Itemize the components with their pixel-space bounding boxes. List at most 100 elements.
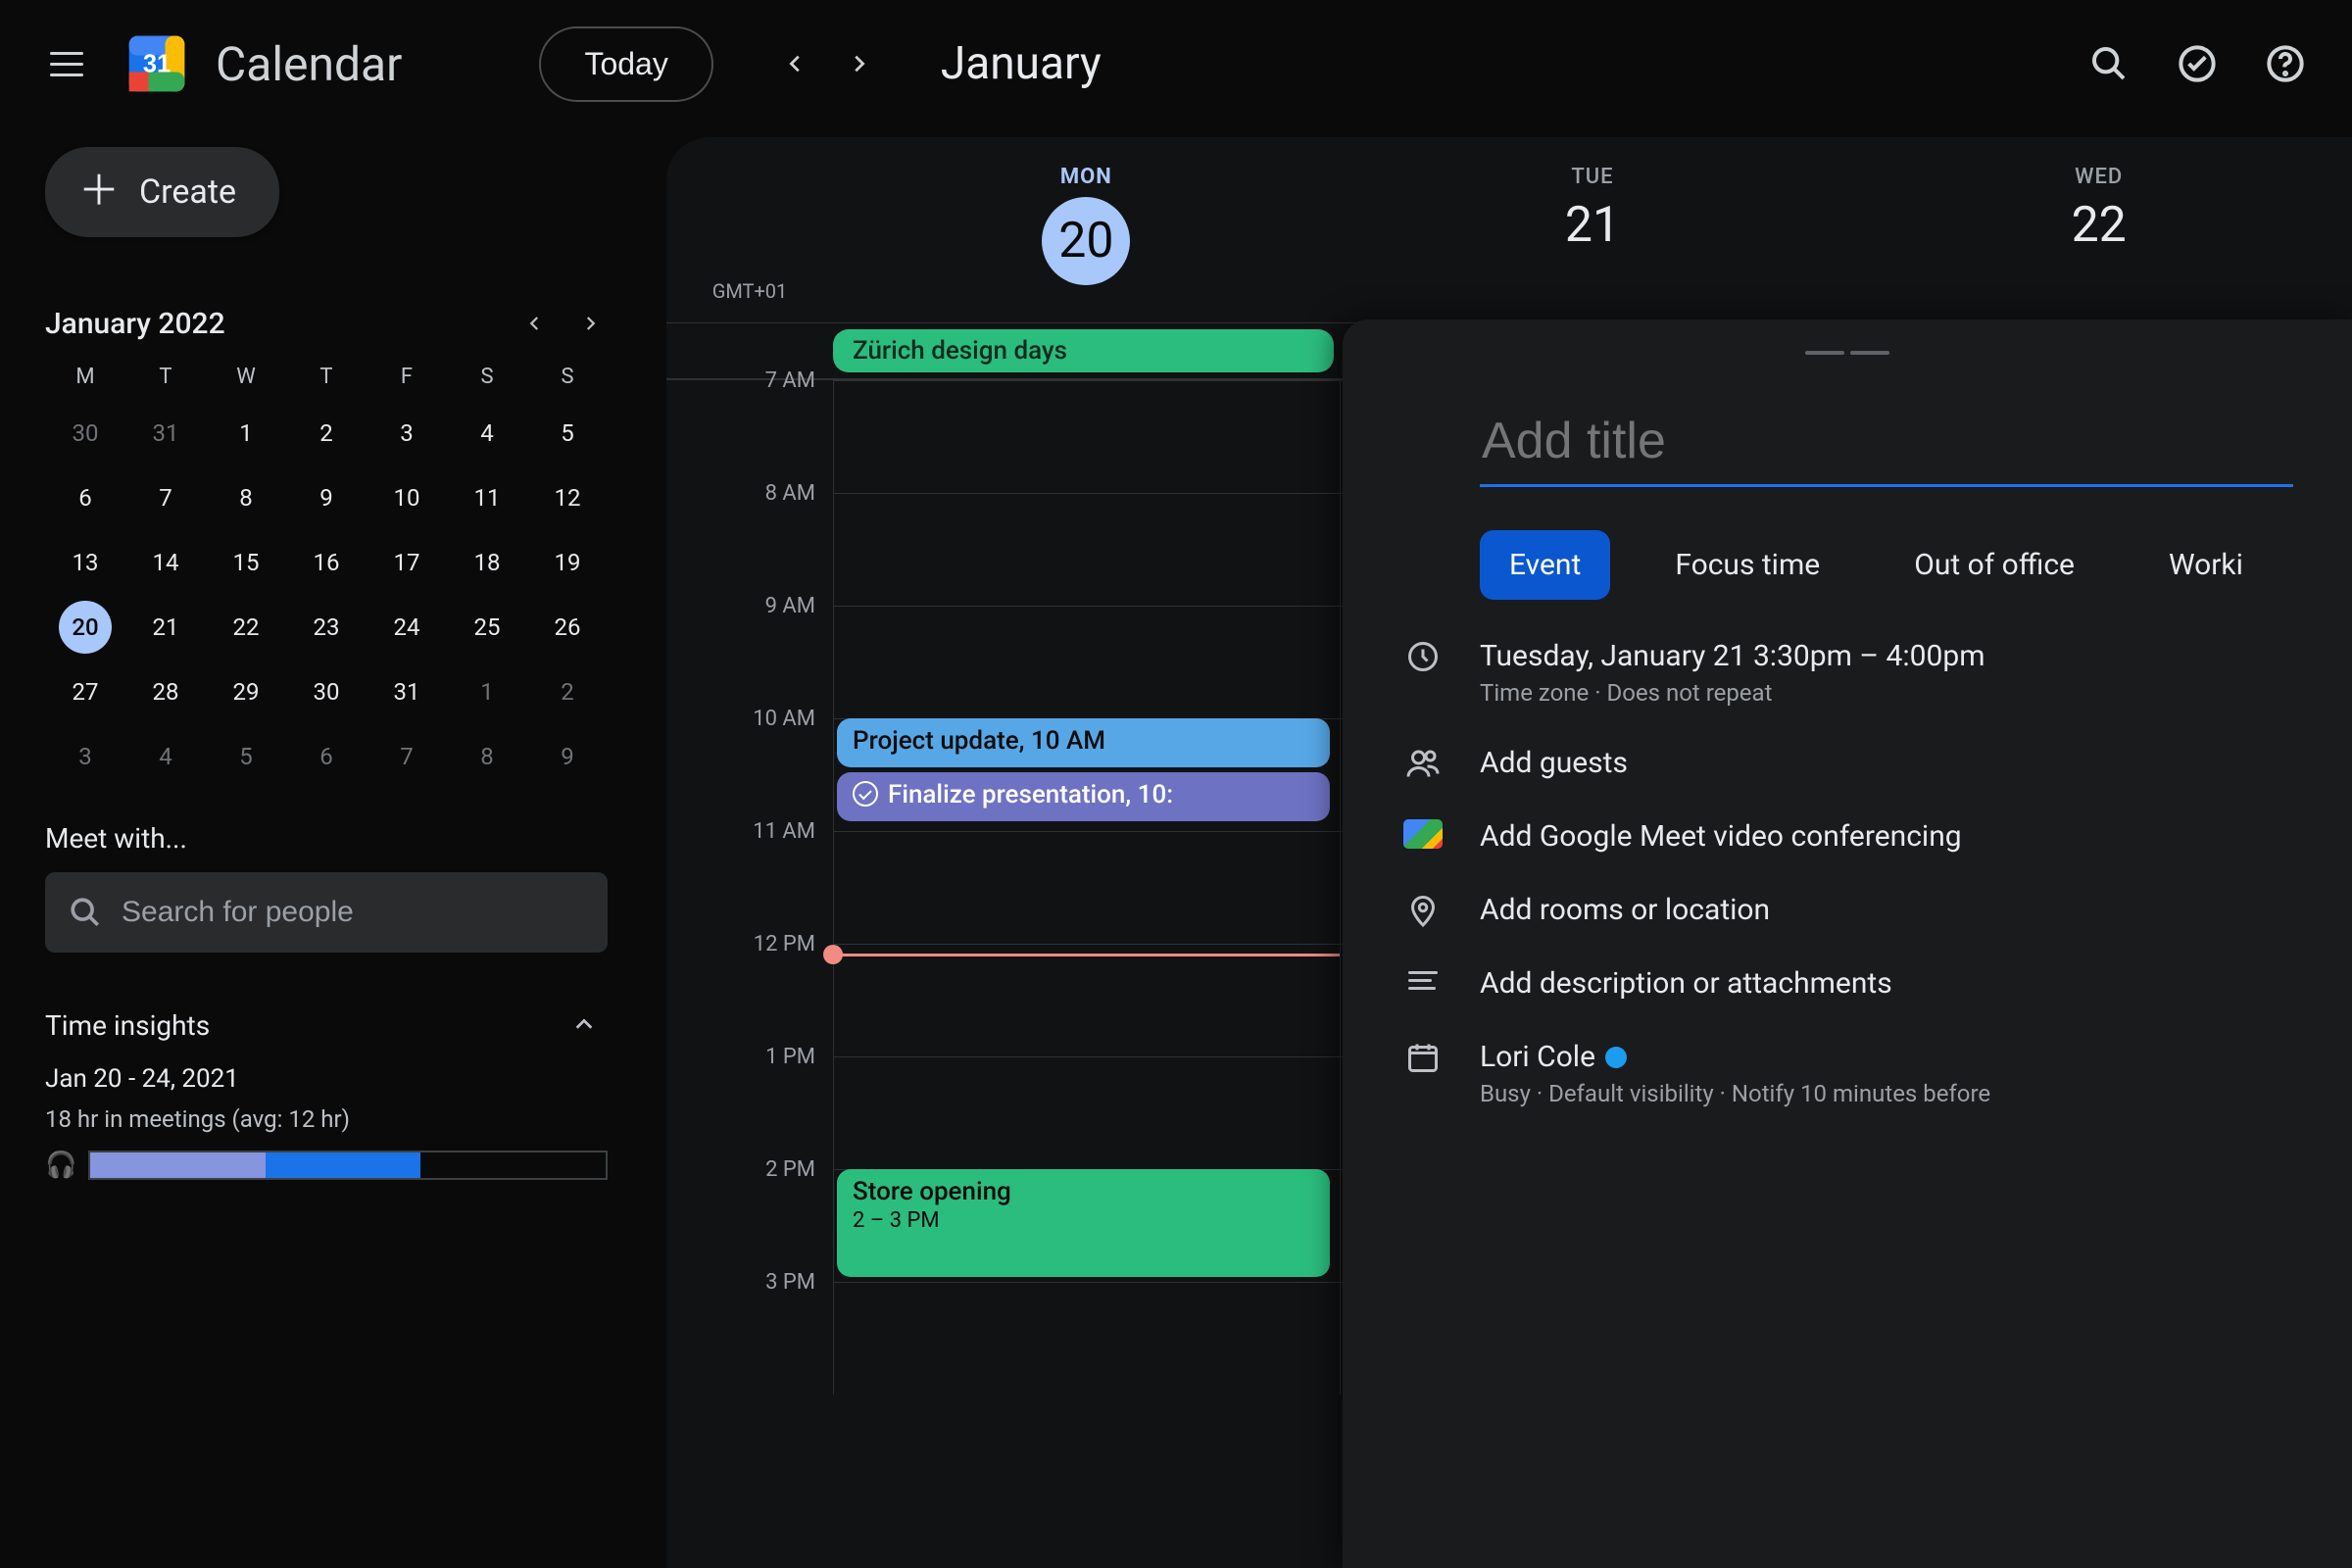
mini-date-cell[interactable]: 3 [367, 407, 447, 460]
event-type-tab[interactable]: Out of office [1885, 530, 2104, 600]
mini-dow: W [206, 365, 286, 389]
search-button[interactable] [2082, 36, 2136, 91]
menu-icon [50, 52, 83, 76]
mini-date-cell[interactable]: 2 [527, 665, 608, 718]
task-check-icon [853, 781, 878, 807]
mini-date-cell[interactable]: 7 [125, 471, 206, 524]
mini-date-cell[interactable]: 5 [206, 730, 286, 783]
mini-date-cell[interactable]: 18 [447, 536, 527, 589]
mini-date-cell[interactable]: 28 [125, 665, 206, 718]
event-type-tab[interactable]: Event [1480, 530, 1610, 600]
mini-date-cell[interactable]: 23 [286, 601, 367, 654]
event-project-update[interactable]: Project update, 10 AM [837, 718, 1330, 767]
mini-date-cell[interactable]: 17 [367, 536, 447, 589]
mini-date-cell[interactable]: 1 [447, 665, 527, 718]
day-number: 22 [1845, 197, 2352, 254]
mini-date-cell[interactable]: 9 [527, 730, 608, 783]
day-name: MON [833, 165, 1340, 189]
mini-date-cell[interactable]: 6 [286, 730, 367, 783]
people-search[interactable] [45, 872, 608, 953]
mini-date-cell[interactable]: 20 [59, 601, 112, 654]
mini-next-button[interactable] [572, 306, 608, 341]
mini-date-cell[interactable]: 21 [125, 601, 206, 654]
mini-date-cell[interactable]: 6 [45, 471, 125, 524]
mini-calendar: January 2022 MTWTFSS 3031123456789101112… [45, 306, 608, 783]
day-header[interactable]: MON 20 [833, 137, 1340, 322]
mini-date-cell[interactable]: 31 [125, 407, 206, 460]
allday-event[interactable]: Zürich design days [833, 329, 1334, 372]
calendar-grid: GMT+01 MON20TUE21WED22 Zürich design day… [666, 137, 2352, 1568]
mini-date-cell[interactable]: 8 [447, 730, 527, 783]
event-type-tab[interactable]: Worki [2139, 530, 2273, 600]
chevron-right-icon [581, 315, 599, 332]
mini-date-cell[interactable]: 22 [206, 601, 286, 654]
day-number: 20 [1042, 197, 1130, 285]
mini-date-cell[interactable]: 4 [125, 730, 206, 783]
mini-prev-button[interactable] [517, 306, 553, 341]
day-column-mon[interactable]: Project update, 10 AM Finalize presentat… [833, 380, 1340, 1395]
event-finalize-presentation[interactable]: Finalize presentation, 10: [837, 772, 1330, 821]
mini-date-cell[interactable]: 14 [125, 536, 206, 589]
event-title-input[interactable] [1480, 406, 2293, 487]
mini-date-cell[interactable]: 29 [206, 665, 286, 718]
mini-date-cell[interactable]: 19 [527, 536, 608, 589]
app-title: Calendar [216, 36, 402, 92]
mini-date-cell[interactable]: 15 [206, 536, 286, 589]
mini-date-cell[interactable]: 25 [447, 601, 527, 654]
mini-date-cell[interactable]: 8 [206, 471, 286, 524]
mini-date-cell[interactable]: 31 [367, 665, 447, 718]
people-search-input[interactable] [122, 896, 584, 929]
mini-date-cell[interactable]: 27 [45, 665, 125, 718]
mini-date-cell[interactable]: 24 [367, 601, 447, 654]
mini-dow: S [527, 365, 608, 389]
mini-date-cell[interactable]: 9 [286, 471, 367, 524]
main-menu-button[interactable] [39, 36, 94, 91]
now-indicator [833, 954, 1340, 956]
event-datetime-sub[interactable]: Time zone · Does not repeat [1480, 679, 1985, 707]
time-insights: Time insights Jan 20 - 24, 2021 18 hr in… [45, 1002, 608, 1180]
search-icon [69, 896, 102, 929]
mini-date-cell[interactable]: 7 [367, 730, 447, 783]
calendar-color-dot [1605, 1047, 1627, 1068]
calendar-owner-sub: Busy · Default visibility · Notify 10 mi… [1480, 1080, 1990, 1107]
mini-date-cell[interactable]: 3 [45, 730, 125, 783]
people-icon [1401, 746, 1445, 781]
panel-drag-handle[interactable] [1343, 319, 2352, 367]
tasks-button[interactable] [2170, 36, 2225, 91]
meet-with-section: Meet with... [45, 822, 608, 953]
help-button[interactable] [2258, 36, 2313, 91]
add-location-button[interactable]: Add rooms or location [1480, 893, 1770, 927]
calendar-owner[interactable]: Lori Cole [1480, 1040, 1990, 1074]
mini-date-cell[interactable]: 13 [45, 536, 125, 589]
mini-date-cell[interactable]: 30 [286, 665, 367, 718]
mini-date-cell[interactable]: 2 [286, 407, 367, 460]
add-description-button[interactable]: Add description or attachments [1480, 966, 1892, 1001]
event-type-tab[interactable]: Focus time [1645, 530, 1849, 600]
mini-date-cell[interactable]: 11 [447, 471, 527, 524]
clock-icon [1401, 639, 1445, 674]
mini-date-cell[interactable]: 12 [527, 471, 608, 524]
day-header[interactable]: WED22 [1845, 137, 2352, 322]
today-button[interactable]: Today [539, 26, 712, 102]
add-guests-button[interactable]: Add guests [1480, 746, 1628, 780]
mini-date-cell[interactable]: 4 [447, 407, 527, 460]
mini-date-cell[interactable]: 16 [286, 536, 367, 589]
add-meet-button[interactable]: Add Google Meet video conferencing [1480, 819, 1962, 854]
prev-period-button[interactable] [772, 40, 819, 87]
insights-bar [88, 1151, 608, 1180]
svg-text:31: 31 [143, 51, 171, 78]
mini-dow: T [125, 365, 206, 389]
mini-date-cell[interactable]: 26 [527, 601, 608, 654]
insights-collapse-button[interactable] [561, 1002, 608, 1049]
event-datetime[interactable]: Tuesday, January 21 3:30pm – 4:00pm [1480, 639, 1985, 673]
chevron-left-icon [785, 53, 807, 74]
mini-date-cell[interactable]: 30 [45, 407, 125, 460]
next-period-button[interactable] [835, 40, 882, 87]
mini-date-cell[interactable]: 10 [367, 471, 447, 524]
mini-date-cell[interactable]: 1 [206, 407, 286, 460]
event-store-opening[interactable]: Store opening 2 – 3 PM [837, 1169, 1330, 1277]
day-header[interactable]: TUE21 [1340, 137, 1846, 322]
sidebar: ＋ Create January 2022 MTWTFSS 3031123456… [0, 127, 666, 1568]
mini-date-cell[interactable]: 5 [527, 407, 608, 460]
create-button[interactable]: ＋ Create [45, 147, 279, 237]
